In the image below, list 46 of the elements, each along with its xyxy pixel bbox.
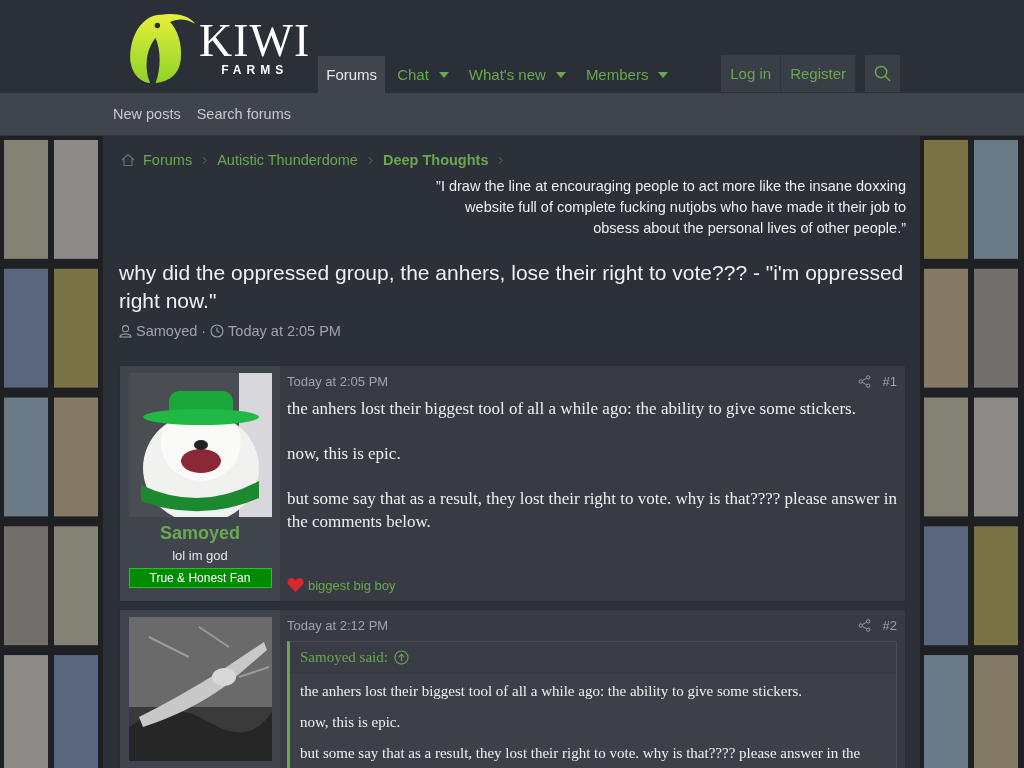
thread-author[interactable]: Samoyed (136, 323, 198, 339)
site-logo[interactable]: KIWI FARMS (125, 9, 311, 86)
post-paragraph: now, this is epic. (287, 443, 402, 465)
nav-tab[interactable]: What's new (460, 56, 574, 93)
post-time: Today at 2:12 PM (287, 618, 390, 633)
user-banner: True & Honest Fan (128, 568, 272, 588)
logo-subtitle: FARMS (221, 62, 289, 77)
quote-paragraph: now, this is epic. (300, 713, 402, 732)
post-paragraph: but some say that as a result, they lost their right to vote. why is that???? please answer in the comments below. (287, 488, 897, 533)
signature-text: biggest big boy (308, 577, 396, 593)
share-icon[interactable] (857, 375, 871, 388)
heart-icon (287, 577, 304, 593)
breadcrumb-link[interactable]: Forums (143, 152, 193, 168)
chevron-icon (498, 155, 504, 165)
post-paragraph: the anhers lost their biggest tool of all a while ago: the ability to give some stickers. (287, 398, 857, 420)
thread-title: why did the oppressed group, the anhers, lose their right to vote??? - "i'm oppressed right now." (119, 260, 905, 314)
post-time: Today at 2:05 PM (287, 374, 390, 389)
home-icon[interactable] (121, 153, 135, 167)
clock-icon (210, 324, 225, 338)
quote-paragraph: the anhers lost their biggest tool of all a while ago: the ability to give some stickers. (300, 682, 803, 701)
separator-dot: · (201, 323, 207, 339)
share-icon[interactable] (857, 619, 871, 632)
post-number-link[interactable]: #1 (882, 374, 897, 389)
chevron-icon (202, 155, 208, 165)
user-icon (119, 324, 132, 338)
nav-tab[interactable]: Forums (318, 56, 386, 93)
quote-author[interactable]: Samoyed said: (300, 649, 388, 666)
post-number-link[interactable]: #2 (882, 618, 897, 633)
user-title: lol im god (172, 548, 228, 563)
subnav-link[interactable]: New posts (113, 106, 181, 122)
subnav-link[interactable]: Search forums (196, 106, 291, 122)
nav-tab[interactable]: Chat (389, 56, 457, 93)
nav-tab[interactable]: Members (577, 56, 677, 93)
search-button[interactable] (865, 55, 900, 92)
header-quote: ”I draw the line at encouraging people to act more like the insane doxxing website full of complete fucking nutjobs who have made it their job to obsess about the personal lives of other people.” (435, 177, 906, 238)
breadcrumb-link[interactable]: Deep Thoughts (382, 152, 489, 168)
quote-paragraph: but some say that as a result, they lost their right to vote. why is that???? please answer in the (300, 744, 862, 763)
username-link[interactable]: Samoyed (159, 523, 240, 544)
thread-time: Today at 2:05 PM (228, 323, 341, 339)
search-icon (874, 65, 891, 82)
jump-up-icon[interactable] (393, 650, 409, 665)
chevron-icon (367, 155, 373, 165)
account-link[interactable]: Register (781, 55, 856, 92)
logo-wordmark: KIWI (199, 18, 311, 63)
account-link[interactable]: Log in (721, 55, 782, 92)
breadcrumb-link[interactable]: Autistic Thunderdome (217, 152, 358, 168)
